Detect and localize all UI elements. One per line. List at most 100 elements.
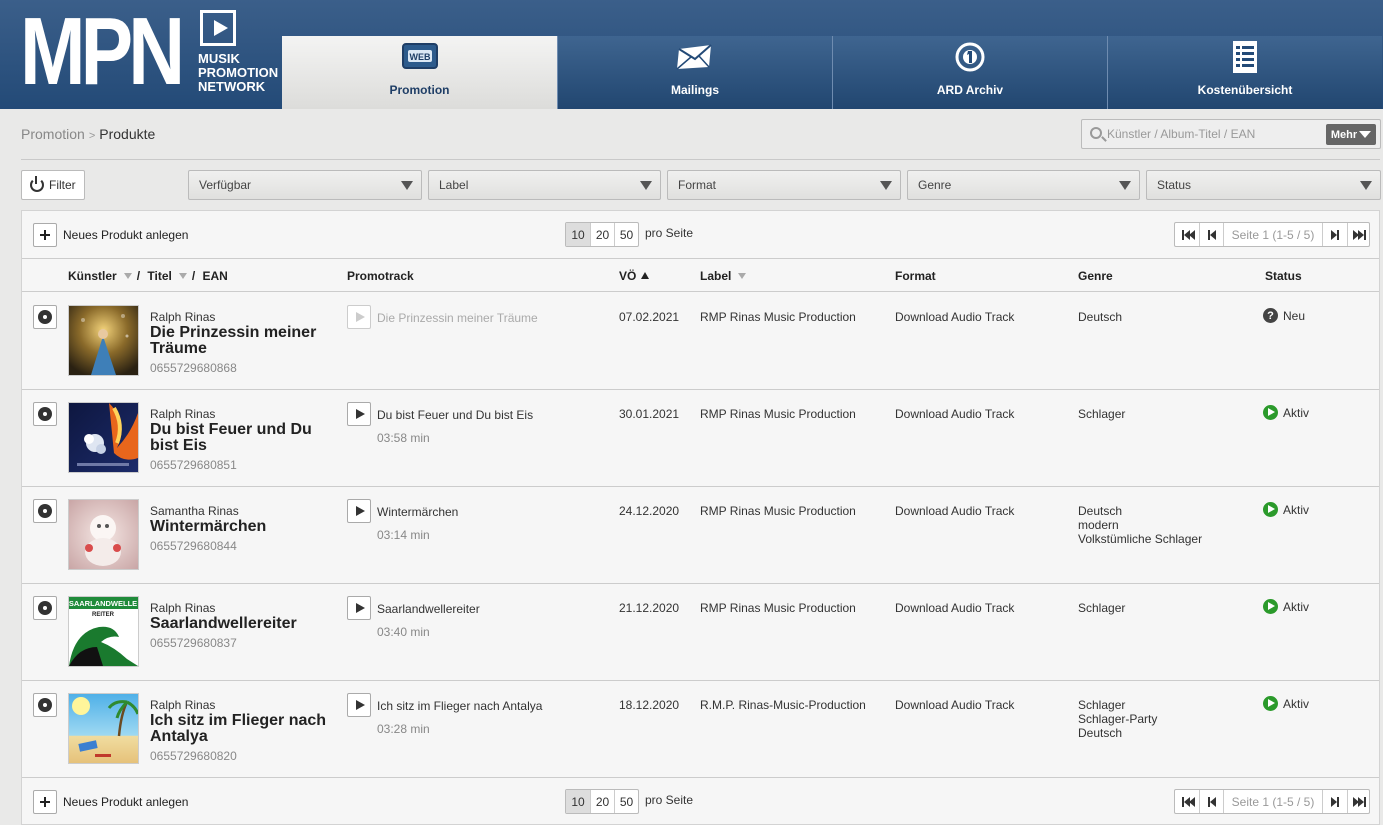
filter-verfuegbar-dropdown[interactable]: Verfügbar: [188, 170, 422, 200]
breadcrumb-promotion-link[interactable]: Promotion: [21, 126, 85, 142]
envelope-icon: [675, 41, 715, 73]
page-size-20[interactable]: 20: [590, 790, 614, 813]
new-product-button[interactable]: [33, 223, 57, 247]
filter-button[interactable]: Filter: [21, 170, 85, 200]
logo-line-2: PROMOTION: [198, 65, 279, 80]
product-title[interactable]: Die Prinzessin meiner Träume: [150, 325, 335, 357]
page-info: Seite 1 (1-5 / 5): [1223, 790, 1323, 813]
product-title[interactable]: Wintermärchen: [150, 519, 335, 535]
play-button[interactable]: [347, 499, 371, 523]
filter-format-dropdown[interactable]: Format: [667, 170, 901, 200]
more-button[interactable]: Mehr: [1326, 124, 1376, 145]
page-size-20[interactable]: 20: [590, 223, 614, 246]
sort-title[interactable]: Titel: [147, 269, 171, 283]
sort-ean[interactable]: EAN: [203, 269, 228, 283]
prev-page-button[interactable]: [1199, 790, 1223, 813]
main-nav: WEB Promotion Mailings ARD Archiv Kosten…: [282, 36, 1382, 109]
sort-artist[interactable]: Künstler: [68, 269, 117, 283]
cover-reiter-text: REITER: [92, 612, 115, 618]
per-page-label: pro Seite: [645, 793, 694, 807]
settings-button[interactable]: [33, 305, 57, 329]
album-cover[interactable]: [68, 693, 140, 764]
track-duration: 03:58 min: [377, 431, 430, 445]
tab-mailings-label: Mailings: [670, 83, 719, 97]
promotrack-title[interactable]: Saarlandwellereiter: [377, 602, 480, 616]
filter-status-dropdown[interactable]: Status: [1146, 170, 1381, 200]
new-product-label[interactable]: Neues Produkt anlegen: [63, 795, 188, 809]
tab-mailings[interactable]: Mailings: [557, 36, 832, 109]
genre-item: Schlager: [1078, 698, 1126, 712]
promotrack-title: Die Prinzessin meiner Träume: [377, 311, 538, 325]
play-button[interactable]: [347, 596, 371, 620]
page-size-10[interactable]: 10: [566, 790, 590, 813]
product-title[interactable]: Ich sitz im Flieger nach Antalya: [150, 713, 335, 745]
genre-item: Volkstümliche Schlager: [1078, 532, 1203, 546]
genre-list: Schlager: [1078, 601, 1125, 615]
label-name: RMP Rinas Music Production: [700, 504, 856, 518]
document-list-icon: [1225, 41, 1265, 73]
genre-item: Deutsch: [1078, 504, 1123, 518]
product-title[interactable]: Du bist Feuer und Du bist Eis: [150, 422, 335, 454]
settings-button[interactable]: [33, 693, 57, 717]
divider: [21, 159, 1380, 160]
play-button[interactable]: [347, 693, 371, 717]
first-page-button[interactable]: [1175, 223, 1199, 246]
promotrack-title[interactable]: Ich sitz im Flieger nach Antalya: [377, 699, 542, 713]
page-size-50[interactable]: 50: [614, 790, 638, 813]
album-cover[interactable]: [68, 499, 139, 570]
new-product-button[interactable]: [33, 790, 57, 814]
breadcrumb: Promotion > Produkte: [21, 126, 155, 142]
page-size-50[interactable]: 50: [614, 223, 638, 246]
sort-down-icon: [123, 273, 132, 279]
filter-genre-dropdown[interactable]: Genre: [907, 170, 1140, 200]
app-header: MPN MUSIK PROMOTION NETWORK WEB Promotio…: [0, 0, 1383, 109]
column-label[interactable]: Label: [700, 269, 751, 283]
promotrack-title[interactable]: Wintermärchen: [377, 505, 458, 519]
tab-promotion[interactable]: WEB Promotion: [282, 36, 557, 109]
table-header: Künstler / Titel / EAN Promotrack VÖ Label…: [22, 258, 1379, 292]
artist-name: Samantha Rinas: [150, 504, 239, 518]
column-format: Format: [895, 269, 936, 283]
settings-button[interactable]: [33, 499, 57, 523]
album-cover[interactable]: [68, 305, 139, 376]
new-product-label[interactable]: Neues Produkt anlegen: [63, 228, 188, 242]
next-page-button[interactable]: [1323, 223, 1347, 246]
search-input[interactable]: [1107, 125, 1322, 143]
next-page-button[interactable]: [1323, 790, 1347, 813]
product-title[interactable]: Saarlandwellereiter: [150, 616, 335, 632]
tab-ard-archiv[interactable]: ARD Archiv: [832, 36, 1107, 109]
release-date: 21.12.2020: [619, 601, 680, 615]
release-date: 07.02.2021: [619, 310, 680, 324]
filter-label-dropdown[interactable]: Label: [428, 170, 661, 200]
play-button[interactable]: [347, 402, 371, 426]
page-size-10[interactable]: 10: [566, 223, 590, 246]
tab-ard-archiv-label: ARD Archiv: [936, 83, 1004, 97]
artist-name: Ralph Rinas: [150, 601, 216, 615]
dropdown-arrow-icon: [880, 181, 892, 190]
settings-button[interactable]: [33, 402, 57, 426]
column-release[interactable]: VÖ: [619, 269, 650, 283]
gear-icon: [38, 698, 52, 712]
settings-button[interactable]: [33, 596, 57, 620]
ard-logo-icon: [950, 41, 990, 73]
promotrack-title[interactable]: Du bist Feuer und Du bist Eis: [377, 408, 533, 422]
first-page-button[interactable]: [1175, 790, 1199, 813]
album-cover[interactable]: [68, 402, 139, 473]
sort-down-icon: [738, 273, 747, 279]
play-circle-icon: [1263, 696, 1278, 711]
prev-page-button[interactable]: [1199, 223, 1223, 246]
mpn-logo[interactable]: MPN MUSIK PROMOTION NETWORK: [20, 4, 280, 100]
last-page-button[interactable]: [1347, 790, 1371, 813]
release-date: 30.01.2021: [619, 407, 680, 421]
genre-list: Schlager: [1078, 407, 1125, 421]
last-page-button[interactable]: [1347, 223, 1371, 246]
album-cover[interactable]: SAARLANDWELLE REITER: [68, 596, 139, 667]
first-page-icon: [1189, 230, 1195, 240]
prev-page-icon: [1210, 797, 1216, 807]
play-circle-icon: [1263, 502, 1278, 517]
table-row: SAARLANDWELLE REITER Ralph Rinas Saarland…: [22, 584, 1379, 681]
table-row: Ralph Rinas Ich sitz im Flieger nach Ant…: [22, 681, 1379, 778]
product-ean: 0655729680851: [150, 458, 237, 472]
tab-kostenuebersicht[interactable]: Kostenübersicht: [1107, 36, 1382, 109]
next-page-icon: [1337, 230, 1339, 240]
